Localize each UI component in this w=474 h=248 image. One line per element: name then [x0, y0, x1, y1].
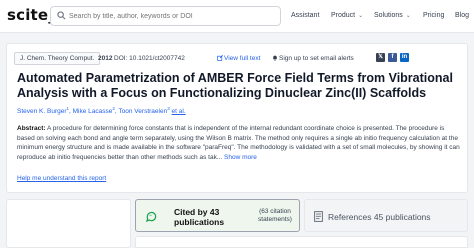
- author-name: Steven K. Burger: [17, 108, 67, 116]
- et-al-link[interactable]: et al.: [172, 108, 186, 115]
- facebook-icon[interactable]: f: [388, 53, 397, 62]
- twitter-icon[interactable]: 𝕏: [376, 53, 385, 62]
- author-link[interactable]: Mike Lacasse2: [72, 106, 115, 116]
- search-bar[interactable]: [50, 6, 281, 26]
- author-affiliation: 1: [66, 106, 70, 111]
- nav-blog[interactable]: Blog: [455, 12, 469, 19]
- cited-by-count: Cited by 43 publications: [174, 207, 225, 227]
- chevron-down-icon: ⌄: [405, 13, 411, 19]
- nav-blog-label: Blog: [455, 12, 470, 19]
- nav-pricing[interactable]: Pricing: [423, 12, 444, 19]
- nav-solutions[interactable]: Solutions ⌄: [374, 12, 411, 19]
- quote-bubble-icon: ": [146, 211, 157, 222]
- svg-text:": ": [149, 214, 152, 220]
- linkedin-icon[interactable]: in: [400, 53, 409, 62]
- nav-assistant-label: Assistant: [291, 12, 320, 19]
- email-alerts-label: Sign up to set email alerts: [279, 55, 354, 62]
- author-affiliation: 2: [112, 106, 115, 111]
- side-panel: [6, 199, 131, 248]
- abstract: Abstract: A procedure for determining fo…: [17, 124, 462, 162]
- author-name: Toon Verstraelen: [118, 108, 168, 116]
- author-list: Steven K. Burger1, Mike Lacasse2, Toon V…: [17, 106, 186, 116]
- nav-solutions-label: Solutions: [374, 12, 403, 19]
- show-more-link[interactable]: Show more: [224, 154, 257, 161]
- abstract-label: Abstract:: [17, 125, 46, 132]
- chevron-down-icon: ⌄: [358, 13, 364, 19]
- author-link[interactable]: Toon Verstraelen3: [118, 106, 170, 116]
- external-link-icon: [217, 55, 223, 61]
- doi-text: DOI: 10.1021/ct2007742: [114, 55, 185, 62]
- journal-badge[interactable]: J. Chem. Theory Comput.: [14, 52, 101, 65]
- citation-statements-count: (63 citation statements): [258, 208, 292, 223]
- paper-title: Automated Parametrization of AMBER Force…: [17, 71, 453, 100]
- nav-product[interactable]: Product ⌄: [331, 12, 363, 19]
- scite-logo[interactable]: scite_: [7, 6, 56, 24]
- search-input[interactable]: [69, 9, 269, 23]
- view-full-text-label: View full text: [224, 55, 261, 62]
- author-link[interactable]: Steven K. Burger1: [17, 106, 70, 116]
- publication-year: 2012: [98, 55, 113, 62]
- top-bar: scite_ Assistant Product⌄ Solutions⌄ Pri…: [0, 0, 474, 33]
- references-icon: [314, 211, 323, 222]
- nav-assistant[interactable]: Assistant: [291, 12, 319, 19]
- author-name: Mike Lacasse: [72, 108, 113, 116]
- cited-by-tab[interactable]: " Cited by 43 publications (63 citation …: [135, 199, 300, 232]
- references-tab[interactable]: References 45 publications: [304, 199, 468, 232]
- view-full-text-link[interactable]: View full text: [217, 55, 260, 62]
- email-alerts-link[interactable]: Sign up to set email alerts: [272, 55, 354, 62]
- content-panel: [135, 236, 468, 248]
- bell-icon: [273, 55, 277, 61]
- nav-product-label: Product: [331, 12, 356, 19]
- search-icon: [57, 11, 66, 20]
- help-understand-link[interactable]: Help me understand this report: [17, 175, 106, 182]
- nav-pricing-label: Pricing: [423, 12, 445, 19]
- references-count: References 45 publications: [328, 212, 431, 222]
- paper-meta: J. Chem. Theory Comput. 2012 DOI: 10.102…: [14, 52, 464, 66]
- author-affiliation: 3: [167, 106, 170, 111]
